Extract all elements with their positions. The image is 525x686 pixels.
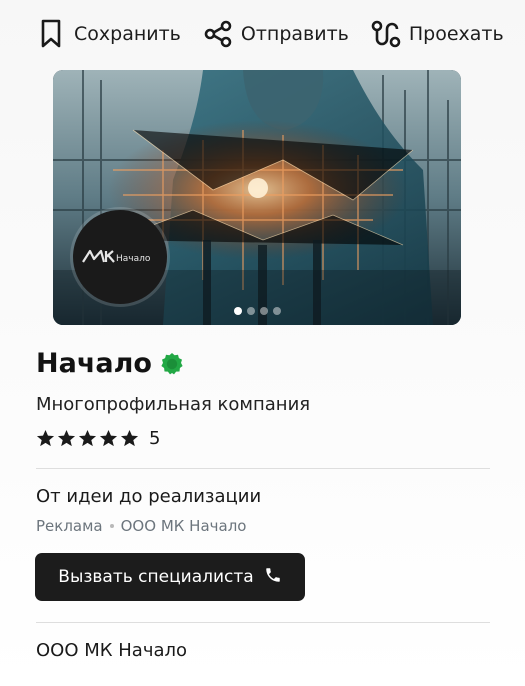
separator-dot [109, 524, 114, 528]
logo-text: Начало [116, 254, 151, 264]
ad-headline[interactable]: От идеи до реализации [36, 486, 261, 507]
gallery-dot[interactable] [246, 307, 255, 315]
company-logo: Начало [73, 210, 167, 304]
phone-icon [264, 566, 282, 589]
verified-badge-icon [160, 352, 184, 376]
star-icon [78, 429, 97, 448]
logo-mark: Начало [82, 249, 151, 264]
gallery-dot[interactable] [259, 307, 268, 315]
share-label: Отправить [240, 23, 349, 45]
call-specialist-button[interactable]: Вызвать специалиста [35, 553, 305, 601]
call-specialist-label: Вызвать специалиста [58, 567, 254, 587]
org-header: Начало [36, 348, 184, 379]
star-icon [57, 429, 76, 448]
route-label: Проехать [408, 23, 504, 45]
divider [36, 468, 490, 469]
gallery-dot[interactable] [233, 307, 242, 315]
route-button[interactable]: Проехать [371, 19, 504, 49]
org-card: Сохранить Отправить Проехать Начало Нача… [0, 0, 525, 686]
save-button[interactable]: Сохранить [36, 19, 181, 49]
bookmark-icon [36, 19, 66, 49]
ad-advertiser: ООО МК Начало [120, 517, 247, 535]
save-label: Сохранить [74, 23, 181, 45]
star-icon [36, 429, 55, 448]
route-icon [371, 19, 401, 49]
photo-gallery[interactable]: Начало [53, 70, 461, 325]
rating[interactable]: 5 [36, 428, 160, 449]
star-icon [99, 429, 118, 448]
ad-meta: Реклама ООО МК Начало [36, 517, 246, 535]
share-button[interactable]: Отправить [203, 19, 349, 49]
org-category: Многопрофильная компания [36, 394, 311, 415]
divider [36, 622, 490, 623]
share-icon [203, 19, 233, 49]
org-name: Начало [36, 348, 152, 379]
ad-label: Реклама [36, 517, 103, 535]
rating-value: 5 [149, 428, 161, 449]
star-icon [120, 429, 139, 448]
legal-name: ООО МК Начало [36, 640, 188, 661]
gallery-pagination [53, 307, 461, 315]
action-bar: Сохранить Отправить Проехать [36, 14, 504, 54]
gallery-dot[interactable] [272, 307, 281, 315]
